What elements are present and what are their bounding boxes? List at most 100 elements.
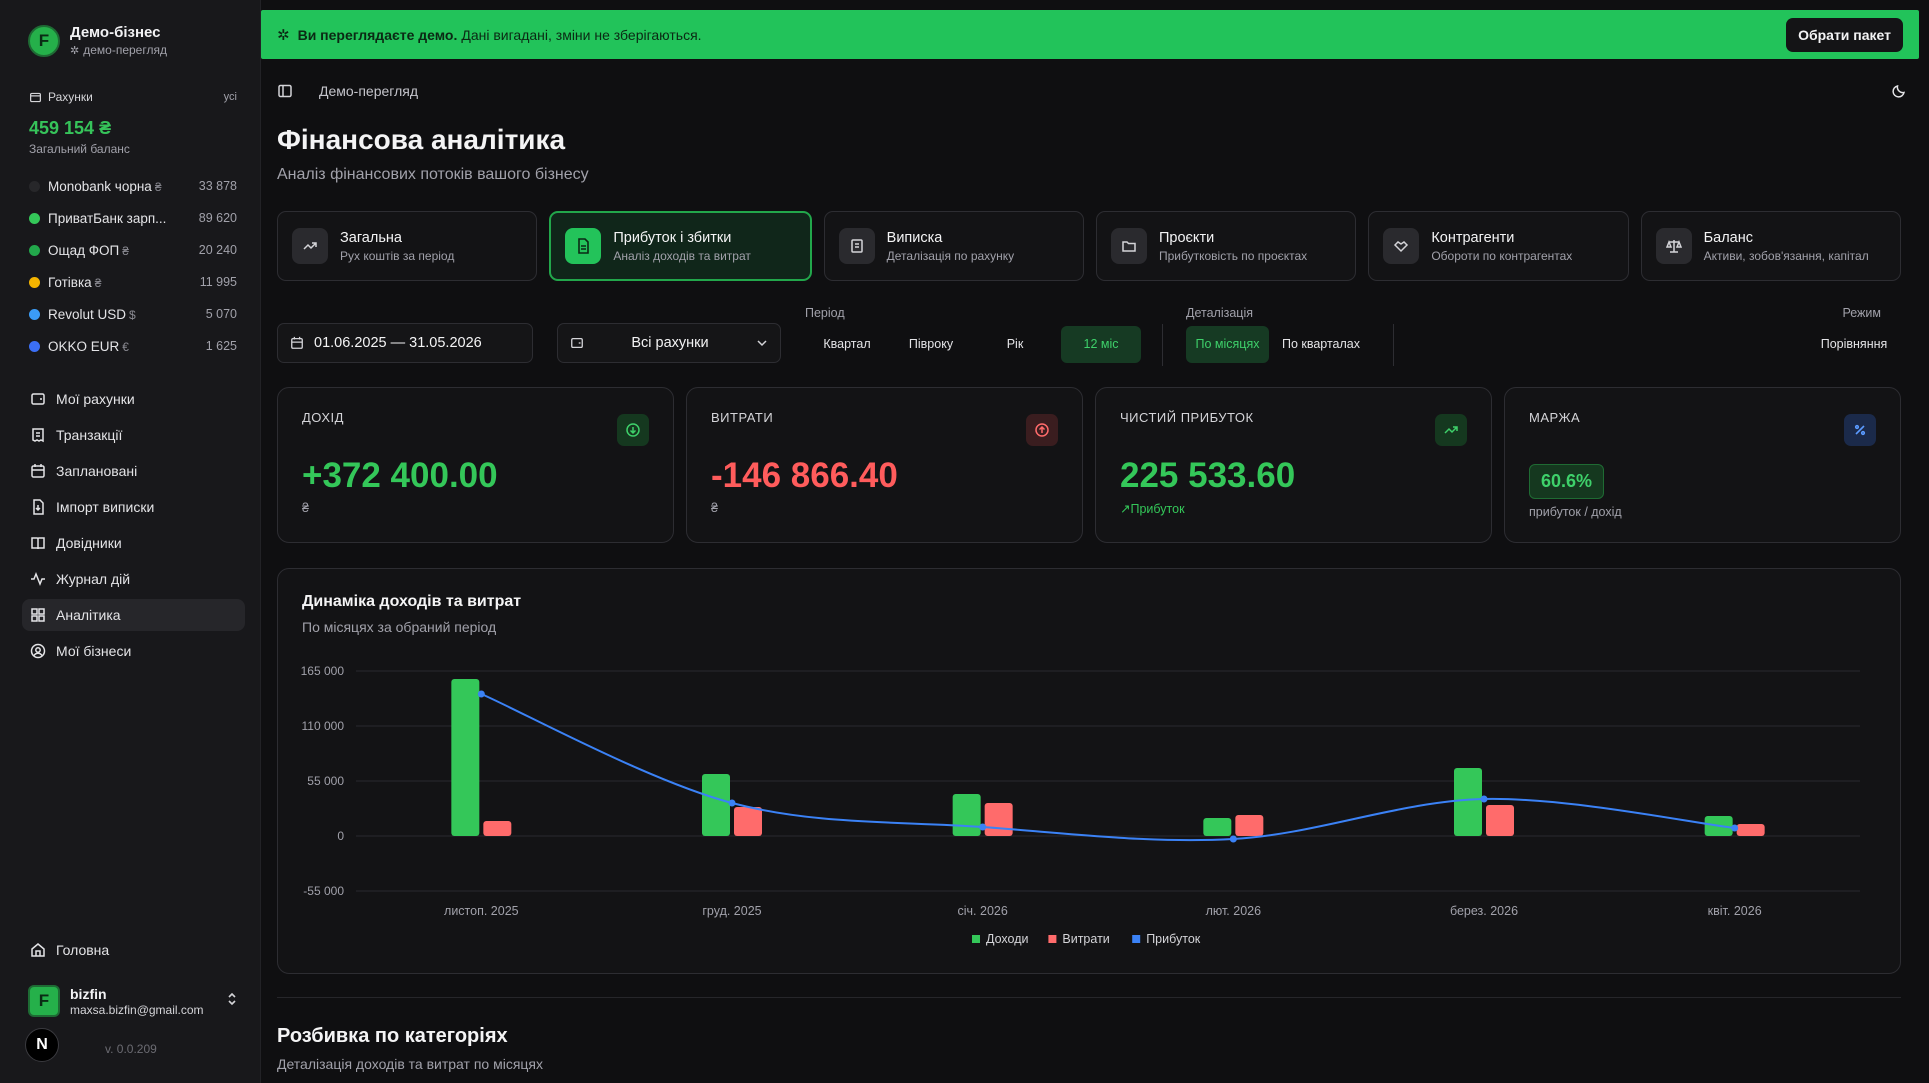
sparkle-icon: ✲ — [70, 44, 80, 57]
account-color-dot — [29, 180, 40, 192]
account-item[interactable]: Revolut USD $ 5 070 — [29, 298, 237, 330]
tab-statement[interactable]: Виписка Деталізація по рахунку — [823, 211, 1084, 281]
margin-value: 60.6% — [1529, 464, 1605, 499]
arrow-up-circle-icon — [1026, 414, 1058, 446]
accounts-list: Monobank чорна ₴ 33 878 ПриватБанк зарп..… — [29, 170, 237, 362]
user-menu[interactable]: F bizfin maxsa.bizfin@gmail.com — [28, 985, 238, 1017]
account-item[interactable]: Monobank чорна ₴ 33 878 — [29, 170, 237, 202]
income-bar — [702, 774, 730, 836]
detail-option[interactable]: По кварталах — [1269, 326, 1373, 363]
page-subtitle: Аналіз фінансових потоків вашого бізнесу — [277, 166, 589, 183]
sidebar-item-accounts[interactable]: Мої рахунки — [22, 383, 245, 415]
chevrons-up-down-icon — [226, 991, 238, 1012]
account-name: ПриватБанк зарп... — [48, 210, 167, 226]
filters-bar: 01.06.2025 — 31.05.2026 Всі рахунки Пері… — [277, 300, 1901, 370]
income-bar — [451, 679, 480, 836]
tab-profit-loss[interactable]: Прибуток і збитки Аналіз доходів та витра… — [549, 211, 812, 281]
period-option[interactable]: Квартал — [805, 326, 889, 363]
main-content: ✲ Ви переглядаєте демо. Дані вигадані, з… — [261, 0, 1929, 1083]
tab-title: Баланс — [1703, 229, 1754, 246]
sidebar-item-transactions[interactable]: Транзакції — [22, 419, 245, 451]
wallet-icon — [30, 92, 41, 102]
tab-counterparties[interactable]: Контрагенти Обороти по контрагентах — [1368, 211, 1629, 281]
account-currency: $ — [129, 307, 136, 322]
period-option[interactable]: 12 міс — [1061, 326, 1141, 363]
mode-option[interactable]: Порівняння — [1807, 326, 1901, 363]
sidebar-item-label: Заплановані — [56, 463, 138, 479]
legend-label: Витрати — [1062, 932, 1109, 946]
tab-title: Проєкти — [1158, 229, 1215, 246]
account-color-dot — [29, 340, 40, 352]
avatar: F — [28, 985, 60, 1017]
tab-subtitle: Аналіз доходів та витрат — [613, 248, 751, 263]
profit-point — [1731, 824, 1739, 832]
account-item[interactable]: ПриватБанк зарп... 89 620 — [29, 202, 237, 234]
profit-point — [1229, 835, 1237, 843]
kpi-label: ВИТРАТИ — [711, 410, 774, 425]
y-tick-label: 0 — [337, 829, 344, 843]
profit-point — [728, 799, 736, 807]
sparkle-icon: ✲ — [277, 26, 290, 44]
account-item[interactable]: OKKO EUR € 1 625 — [29, 330, 237, 362]
account-item[interactable]: Ощад ФОП ₴ 20 240 — [29, 234, 237, 266]
y-tick-label: 110 000 — [302, 719, 345, 733]
percent-icon — [1844, 414, 1876, 446]
x-tick-label: лют. 2026 — [1206, 904, 1262, 918]
trend-icon — [292, 228, 328, 264]
accounts-all-link[interactable]: усі — [224, 91, 237, 103]
y-tick-label: -55 000 — [303, 884, 344, 898]
kpi-foot: прибуток / дохід — [1529, 505, 1622, 519]
tab-subtitle: Рух коштів за період — [340, 248, 455, 263]
sidebar-toggle-icon[interactable] — [277, 83, 293, 99]
date-range-value: 01.06.2025 — 31.05.2026 — [314, 335, 482, 351]
scale-icon — [1655, 228, 1692, 264]
tab-balance[interactable]: Баланс Активи, зобов'язання, капітал — [1640, 211, 1901, 281]
period-label: Період — [805, 306, 845, 320]
account-name: Ощад ФОП — [48, 242, 120, 258]
account-amount: 33 878 — [198, 179, 237, 193]
account-currency: ₴ — [122, 243, 129, 258]
moon-icon[interactable] — [1891, 83, 1907, 99]
detail-option[interactable]: По місяцях — [1186, 326, 1269, 363]
detail-selector: По місяцях По кварталах — [1186, 326, 1373, 363]
choose-plan-button[interactable]: Обрати пакет — [1786, 17, 1903, 52]
account-item[interactable]: Готівка ₴ 11 995 — [29, 266, 237, 298]
y-tick-label: 55 000 — [307, 774, 344, 788]
sidebar-item-directories[interactable]: Довідники — [22, 527, 245, 559]
chevron-down-icon — [757, 340, 767, 347]
page-title: Фінансова аналітика — [277, 124, 566, 155]
kpi-margin: МАРЖА 60.6% прибуток / дохід — [1504, 387, 1901, 543]
document-icon — [838, 228, 875, 264]
business-switcher[interactable]: F Демо-бізнес ✲ демо-перегляд — [28, 24, 167, 57]
date-range-picker[interactable]: 01.06.2025 — 31.05.2026 — [277, 323, 533, 363]
n-badge[interactable]: N — [25, 1028, 59, 1062]
file-import-icon — [33, 499, 44, 515]
expense-bar — [1235, 815, 1264, 836]
tab-title: Загальна — [340, 229, 402, 246]
period-option[interactable]: Півроку — [889, 326, 973, 363]
tab-general[interactable]: Загальна Рух коштів за період — [277, 211, 538, 281]
sidebar-item-businesses[interactable]: Мої бізнеси — [22, 635, 245, 667]
sidebar-item-activity-log[interactable]: Журнал дій — [22, 563, 245, 595]
tab-projects[interactable]: Проєкти Прибутковість по проєктах — [1095, 211, 1357, 281]
sidebar-item-analytics[interactable]: Аналітика — [22, 599, 245, 631]
account-select[interactable]: Всі рахунки — [557, 323, 781, 363]
accounts-header: Рахунки усі — [29, 90, 237, 104]
sidebar-nav: Мої рахунки Транзакції Заплановані Імпор… — [22, 383, 245, 671]
sidebar-item-home[interactable]: Головна — [30, 942, 109, 958]
expense-bar — [483, 821, 512, 836]
accounts-title: Рахунки — [48, 90, 93, 104]
tab-subtitle: Деталізація по рахунку — [886, 248, 1015, 263]
business-logo-icon: F — [28, 24, 60, 57]
sidebar-item-import[interactable]: Імпорт виписки — [22, 491, 245, 523]
period-option[interactable]: Рік — [973, 326, 1057, 363]
tab-subtitle: Обороти по контрагентах — [1431, 248, 1573, 263]
account-color-dot — [29, 276, 40, 288]
income-bar — [1454, 768, 1482, 836]
account-color-dot — [29, 308, 40, 320]
trending-up-icon — [1435, 414, 1467, 446]
report-icon — [565, 228, 602, 264]
account-color-dot — [29, 212, 40, 224]
sidebar-item-scheduled[interactable]: Заплановані — [22, 455, 245, 487]
filter-divider — [1162, 324, 1163, 366]
